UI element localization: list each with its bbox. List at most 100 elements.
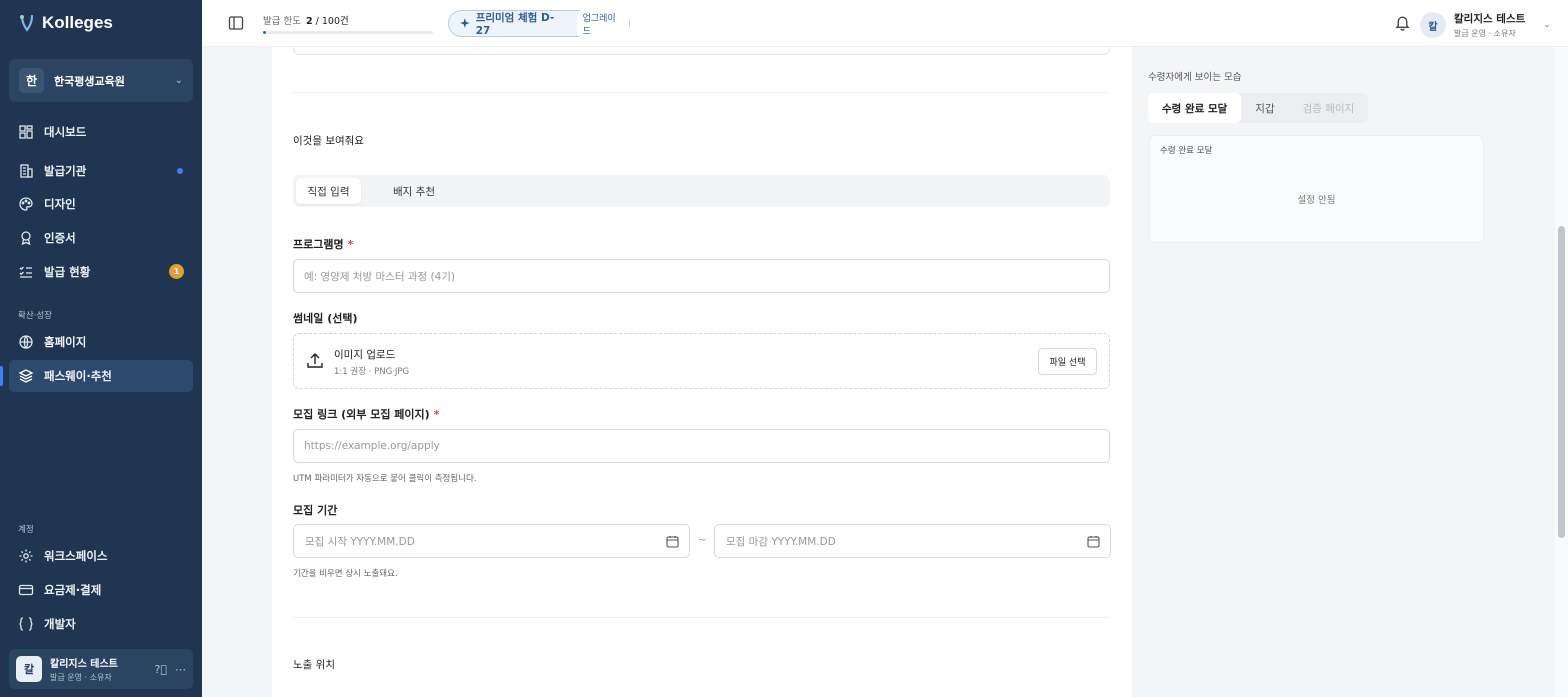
notification-dot (177, 168, 183, 174)
period-help-text: 기간을 비우면 상시 노출돼요. (293, 569, 398, 579)
user-role: 발급 운영 · 소유자 (1454, 29, 1516, 38)
sidebar-item-billing[interactable]: 요금제·결제 (9, 574, 193, 606)
tab-wallet[interactable]: 지갑 (1241, 93, 1288, 123)
period-label: 모집 기간 (293, 504, 338, 517)
award-icon (21, 231, 31, 246)
premium-label: 프리미엄 체험 D-27 (475, 12, 555, 37)
thumbnail-upload[interactable]: 이미지 업로드 1:1 권장 · PNG·JPG 파일 선택 (293, 333, 1110, 389)
upload-icon (307, 353, 323, 368)
avatar: 칼 (16, 656, 42, 682)
logo-text: Kolleges (42, 13, 113, 32)
scrollbar-thumb[interactable] (1558, 226, 1565, 538)
divider (293, 92, 1110, 93)
calendar-icon[interactable] (666, 535, 679, 548)
end-date-placeholder: 모집 마감 YYYY.MM.DD (726, 535, 836, 548)
date-range-separator: ~ (698, 535, 707, 546)
sidebar-user-card[interactable]: 칼 칼리지스 테스트 발급 운영 · 소유자 ?⃝ ⋯ (9, 649, 193, 689)
sidebar-item-workspace[interactable]: 워크스페이스 (9, 540, 193, 572)
sidebar-item-label: 요금제·결제 (44, 583, 102, 597)
position-label: 노출 위치 (293, 659, 335, 671)
sidebar-item-label: 인증서 (44, 231, 76, 245)
quota-value: 2 / 100건 (306, 13, 349, 27)
tab-badge-recommend[interactable]: 배지 추천 (367, 178, 461, 204)
program-label-text: 프로그램명 (293, 238, 344, 251)
sidebar-item-label: 개발자 (44, 617, 76, 631)
gear-icon (19, 549, 33, 563)
sidebar-item-homepage[interactable]: 홈페이지 (9, 326, 193, 358)
chevron-down-icon: ⌄ (1543, 20, 1551, 30)
sidebar-item-label: 홈페이지 (44, 335, 87, 349)
quota-label: 발급 한도 (263, 16, 301, 27)
link-label-text: 모집 링크 (외부 모집 페이지) (293, 408, 430, 421)
required-mark: * (347, 238, 354, 251)
preview-empty-state: 설정 안됨 (1297, 195, 1336, 206)
sparkle-icon (459, 17, 470, 28)
more-icon[interactable]: ⋯ (175, 663, 186, 676)
link-label: 모집 링크 (외부 모집 페이지) * (293, 406, 439, 422)
kolleges-logo-icon (20, 14, 34, 32)
file-select-button[interactable]: 파일 선택 (1038, 348, 1097, 375)
sidebar-item-dashboard[interactable]: 대시보드 (9, 116, 193, 148)
help-icon[interactable]: ?⃝ (155, 663, 167, 676)
count-badge: 1 (169, 264, 184, 279)
sidebar-item-label: 발급 현황 (44, 265, 91, 279)
chevron-down-icon: ⌄ (174, 75, 183, 86)
active-indicator (0, 366, 3, 386)
preview-card-header: 수령 완료 모달 (1160, 146, 1213, 156)
sidebar-item-label: 디자인 (44, 197, 76, 211)
start-date-placeholder: 모집 시작 YYYY.MM.DD (305, 535, 415, 548)
sidebar-item-developer[interactable]: 개발자 (9, 608, 193, 640)
required-mark: * (433, 408, 440, 421)
show-label: 이것을 보여줘요 (293, 135, 364, 147)
calendar-icon[interactable] (1087, 535, 1100, 548)
upgrade-button[interactable]: 업그레이드 (576, 7, 629, 40)
sidebar-item-issuance-status[interactable]: 발급 현황 1 (9, 256, 193, 288)
quota-progress-fill (263, 31, 267, 34)
topbar-user-menu[interactable]: 칼 칼리지스 테스트 발급 운영 · 소유자 ⌄ (1420, 11, 1551, 39)
tab-verify-page[interactable]: 검증 페이지 (1289, 93, 1369, 123)
tab-direct-input[interactable]: 직접 입력 (296, 178, 361, 204)
credit-card-icon (18, 584, 34, 596)
section-label-growth: 확산·성장 (18, 311, 52, 321)
tab-receive-modal[interactable]: 수령 완료 모달 (1148, 93, 1242, 123)
sidebar-item-label: 패스웨이·추천 (44, 369, 112, 383)
bell-icon[interactable] (1394, 14, 1411, 31)
avatar: 칼 (1420, 12, 1446, 38)
end-date-input[interactable]: 모집 마감 YYYY.MM.DD (714, 524, 1111, 558)
sidebar-item-pathway[interactable]: 패스웨이·추천 (9, 360, 193, 392)
sidebar-item-label: 워크스페이스 (44, 549, 108, 563)
layers-icon (18, 369, 34, 383)
quota-used: 2 (306, 16, 313, 27)
app-logo[interactable]: Kolleges (18, 13, 113, 33)
org-switcher[interactable]: 한 한국평생교육원 ⌄ (9, 59, 193, 102)
section-label-account: 계정 (18, 525, 34, 535)
building-icon (20, 164, 33, 178)
preview-panel: 수령자에게 보이는 모습 수령 완료 모달 지갑 검증 페이지 수령 완료 모달… (1132, 47, 1555, 697)
program-label: 프로그램명 * (293, 236, 353, 252)
thumbnail-label: 썸네일 (선택) (293, 312, 358, 325)
user-name: 칼리지스 테스트 (50, 659, 118, 670)
divider (293, 617, 1110, 618)
upload-subtitle: 1:1 권장 · PNG·JPG (334, 367, 410, 377)
sidebar-item-label: 대시보드 (44, 125, 87, 139)
user-role: 발급 운영 · 소유자 (50, 673, 112, 682)
program-name-input[interactable]: 예: 영양제 처방 마스터 과정 (4기) (293, 259, 1110, 293)
mode-segmented-control: 직접 입력 배지 추천 (293, 175, 1110, 207)
dashboard-icon (19, 125, 33, 139)
quota-progress (263, 31, 433, 34)
user-name: 칼리지스 테스트 (1454, 13, 1526, 25)
sidebar: Kolleges 한 한국평생교육원 ⌄ 대시보드 발급기관 디자인 인증서 발… (0, 0, 202, 697)
recruit-link-input[interactable]: https://example.org/apply (293, 429, 1110, 463)
sidebar-item-design[interactable]: 디자인 (9, 188, 193, 220)
org-name: 한국평생교육원 (54, 74, 125, 88)
sidebar-toggle-icon[interactable] (228, 15, 244, 31)
link-help-text: UTM 파라미터가 자동으로 붙어 클릭이 측정됩니다. (293, 474, 477, 484)
sidebar-item-certificates[interactable]: 인증서 (9, 222, 193, 254)
main-form-panel: 이것을 보여줘요 직접 입력 배지 추천 프로그램명 * 예: 영양제 처방 마스… (272, 47, 1132, 697)
globe-icon (19, 335, 33, 349)
start-date-input[interactable]: 모집 시작 YYYY.MM.DD (293, 524, 690, 558)
sidebar-item-issuers[interactable]: 발급기관 (9, 155, 193, 187)
premium-trial-pill[interactable]: 프리미엄 체험 D-27 업그레이드 (448, 7, 630, 40)
braces-icon (19, 617, 33, 631)
org-badge: 한 (19, 68, 44, 93)
